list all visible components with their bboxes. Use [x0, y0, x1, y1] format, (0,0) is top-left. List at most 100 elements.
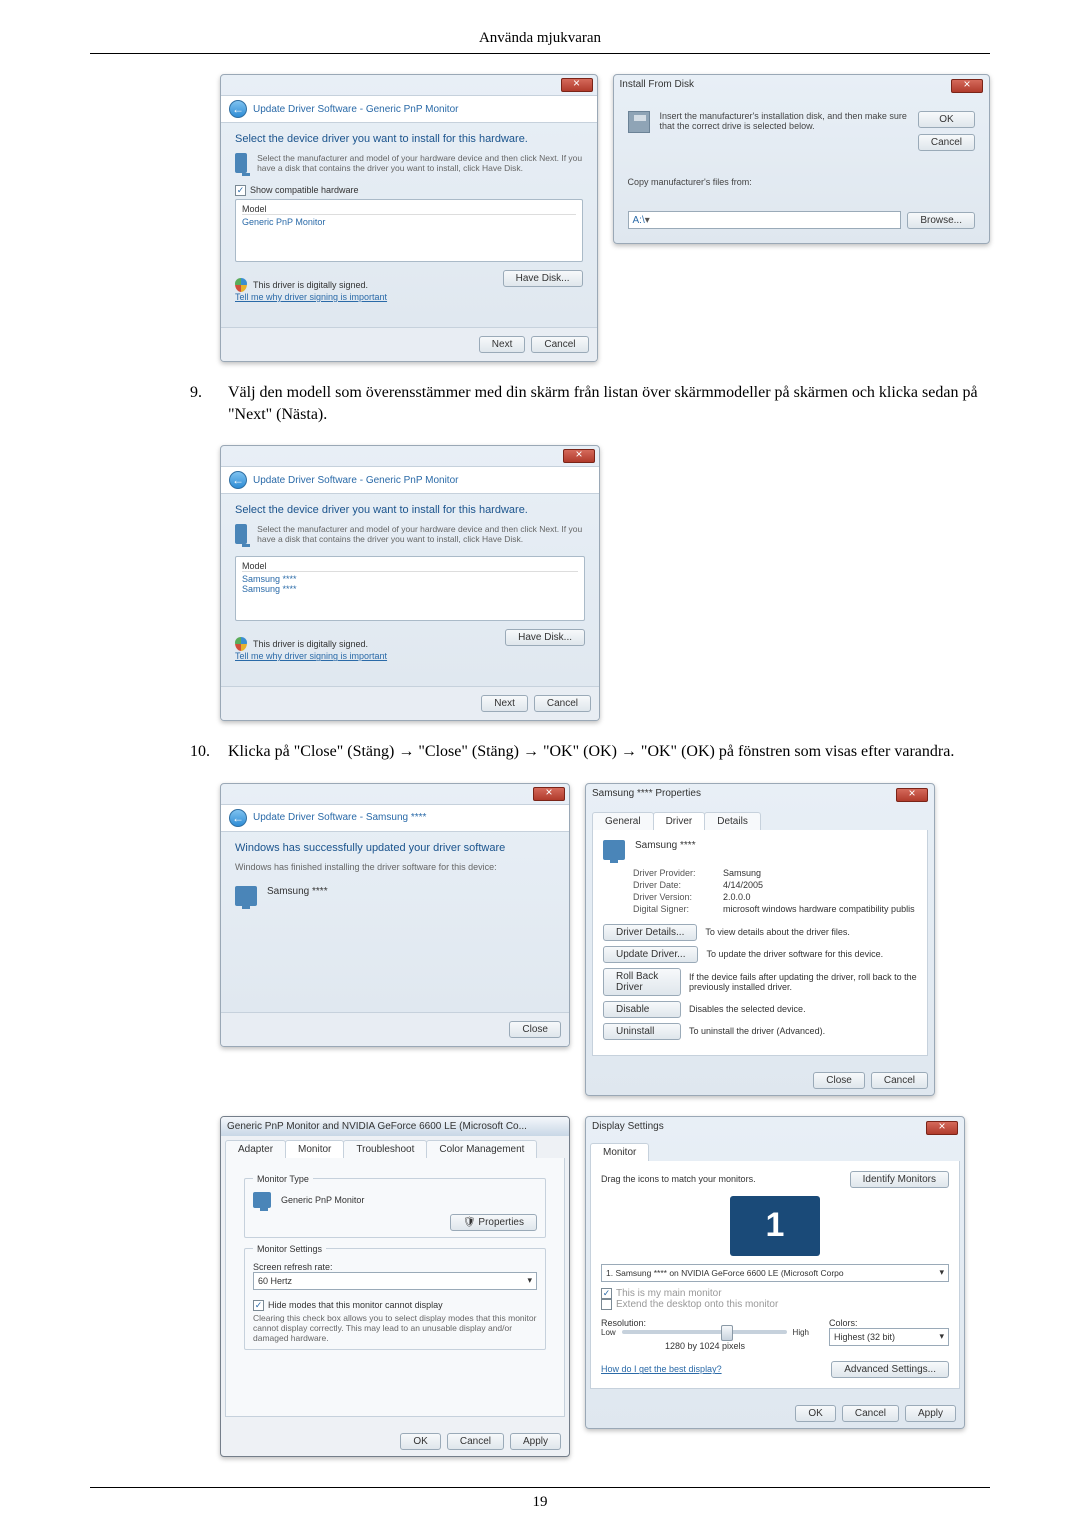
cancel-button[interactable]: Cancel	[534, 695, 591, 712]
update-driver-button[interactable]: Update Driver...	[603, 946, 698, 963]
update-driver-dialog-2: ← Update Driver Software - Generic PnP Mo…	[220, 445, 600, 721]
extend-label: Extend the desktop onto this monitor	[616, 1299, 778, 1310]
cancel-button[interactable]: Cancel	[447, 1433, 504, 1450]
tab-monitor[interactable]: Monitor	[285, 1140, 344, 1158]
breadcrumb-text: Update Driver Software - Generic PnP Mon…	[253, 475, 458, 486]
page-header: Använda mjukvaran	[90, 30, 990, 54]
dialog-heading: Select the device driver you want to ins…	[235, 133, 583, 145]
tell-why-link[interactable]: Tell me why driver signing is important	[235, 651, 387, 661]
close-button[interactable]: Close	[813, 1072, 865, 1089]
model-item-2[interactable]: Samsung ****	[242, 584, 578, 594]
cancel-button[interactable]: Cancel	[842, 1405, 899, 1422]
device-name: Samsung ****	[635, 840, 696, 851]
label-signer: Digital Signer:	[633, 904, 713, 914]
tab-monitor[interactable]: Monitor	[590, 1143, 649, 1161]
cancel-button[interactable]: Cancel	[871, 1072, 928, 1089]
apply-button[interactable]: Apply	[510, 1433, 561, 1450]
apply-button[interactable]: Apply	[905, 1405, 956, 1422]
hide-modes-desc: Clearing this check box allows you to se…	[253, 1313, 537, 1343]
close-icon[interactable]	[926, 1121, 958, 1135]
uninstall-button[interactable]: Uninstall	[603, 1023, 681, 1040]
tab-details[interactable]: Details	[704, 812, 761, 830]
refresh-rate-select[interactable]: 60 Hertz▾	[253, 1272, 537, 1290]
back-icon[interactable]: ←	[229, 809, 247, 827]
model-item-1[interactable]: Samsung ****	[242, 574, 578, 584]
have-disk-button[interactable]: Have Disk...	[505, 629, 585, 646]
tab-adapter[interactable]: Adapter	[225, 1140, 286, 1158]
properties-button[interactable]: 🛡 Properties	[450, 1214, 537, 1231]
ok-button[interactable]: OK	[400, 1433, 440, 1450]
best-display-link[interactable]: How do I get the best display?	[601, 1364, 722, 1374]
dispset-title: Display Settings	[592, 1121, 664, 1135]
ok-button[interactable]: OK	[918, 111, 975, 128]
driver-details-button[interactable]: Driver Details...	[603, 924, 697, 941]
drag-text: Drag the icons to match your monitors.	[601, 1174, 756, 1184]
tab-troubleshoot[interactable]: Troubleshoot	[343, 1140, 427, 1158]
close-icon[interactable]	[533, 787, 565, 801]
resolution-slider[interactable]	[622, 1330, 787, 1334]
value-version: 2.0.0.0	[723, 892, 751, 902]
shield-icon	[235, 637, 247, 651]
monitor-select[interactable]: 1. Samsung **** on NVIDIA GeForce 6600 L…	[601, 1264, 949, 1282]
is-main-checkbox: ✓	[601, 1288, 612, 1299]
model-listbox[interactable]: Model Generic PnP Monitor	[235, 199, 583, 262]
tell-why-link[interactable]: Tell me why driver signing is important	[235, 292, 387, 302]
refresh-rate-label: Screen refresh rate:	[253, 1262, 537, 1272]
tab-driver[interactable]: Driver	[653, 812, 706, 830]
model-listbox[interactable]: Model Samsung **** Samsung ****	[235, 556, 585, 621]
tab-general[interactable]: General	[592, 812, 654, 830]
tab-color-management[interactable]: Color Management	[426, 1140, 537, 1158]
rollback-driver-button[interactable]: Roll Back Driver	[603, 968, 681, 996]
cancel-button[interactable]: Cancel	[531, 336, 588, 353]
extend-checkbox	[601, 1299, 612, 1310]
samsung-properties-dialog: Samsung **** Properties General Driver D…	[585, 783, 935, 1096]
label-provider: Driver Provider:	[633, 868, 713, 878]
resolution-label: Resolution:	[601, 1318, 809, 1328]
monitor-settings-legend: Monitor Settings	[253, 1244, 326, 1254]
step-10: 10. Klicka på "Close" (Stäng) → "Close" …	[190, 741, 990, 763]
update-driver-success-dialog: ←Update Driver Software - Samsung **** W…	[220, 783, 570, 1047]
next-button[interactable]: Next	[481, 695, 528, 712]
dialog-subtext: Select the manufacturer and model of you…	[257, 153, 582, 173]
cancel-button[interactable]: Cancel	[918, 134, 975, 151]
label-version: Driver Version:	[633, 892, 713, 902]
colors-select[interactable]: Highest (32 bit)▾	[829, 1328, 949, 1346]
ifd-title: Install From Disk	[620, 79, 694, 93]
identify-monitors-button[interactable]: Identify Monitors	[850, 1171, 949, 1188]
close-icon[interactable]	[951, 79, 983, 93]
close-icon[interactable]	[537, 1120, 563, 1133]
next-button[interactable]: Next	[479, 336, 526, 353]
update-driver-dialog-1: ← Update Driver Software - Generic PnP M…	[220, 74, 598, 362]
value-provider: Samsung	[723, 868, 761, 878]
back-icon[interactable]: ←	[229, 100, 247, 118]
advanced-settings-button[interactable]: Advanced Settings...	[831, 1361, 949, 1378]
install-from-disk-dialog: Install From Disk Insert the manufacture…	[613, 74, 991, 244]
model-item[interactable]: Generic PnP Monitor	[242, 217, 576, 227]
props-title: Samsung **** Properties	[592, 788, 701, 802]
ok-button[interactable]: OK	[795, 1405, 835, 1422]
close-button[interactable]: Close	[509, 1021, 561, 1038]
back-icon[interactable]: ←	[229, 471, 247, 489]
close-icon[interactable]	[563, 449, 595, 463]
breadcrumb: ← Update Driver Software - Generic PnP M…	[221, 95, 597, 123]
show-compat-checkbox[interactable]: ✓	[235, 185, 246, 196]
monitor-icon	[603, 840, 625, 860]
step-text: Klicka på "Close" (Stäng) → "Close" (Stä…	[228, 741, 990, 763]
browse-button[interactable]: Browse...	[907, 212, 975, 229]
model-header: Model	[242, 204, 576, 215]
label-date: Driver Date:	[633, 880, 713, 890]
have-disk-button[interactable]: Have Disk...	[503, 270, 583, 287]
value-signer: microsoft windows hardware compatibility…	[723, 904, 915, 914]
copy-from-input[interactable]: A:\▾	[628, 211, 902, 229]
close-icon[interactable]	[896, 788, 928, 802]
driver-details-desc: To view details about the driver files.	[705, 927, 850, 937]
close-icon[interactable]	[561, 78, 593, 92]
monitor-icon	[235, 153, 247, 173]
monitor-icon	[253, 1192, 271, 1208]
monitor-graphic[interactable]: 1	[730, 1196, 820, 1256]
hide-modes-checkbox[interactable]: ✓	[253, 1300, 264, 1311]
dialog-subtext: Select the manufacturer and model of you…	[257, 524, 585, 544]
signed-text: This driver is digitally signed.	[253, 280, 368, 290]
resolution-value: 1280 by 1024 pixels	[601, 1341, 809, 1351]
disable-button[interactable]: Disable	[603, 1001, 681, 1018]
